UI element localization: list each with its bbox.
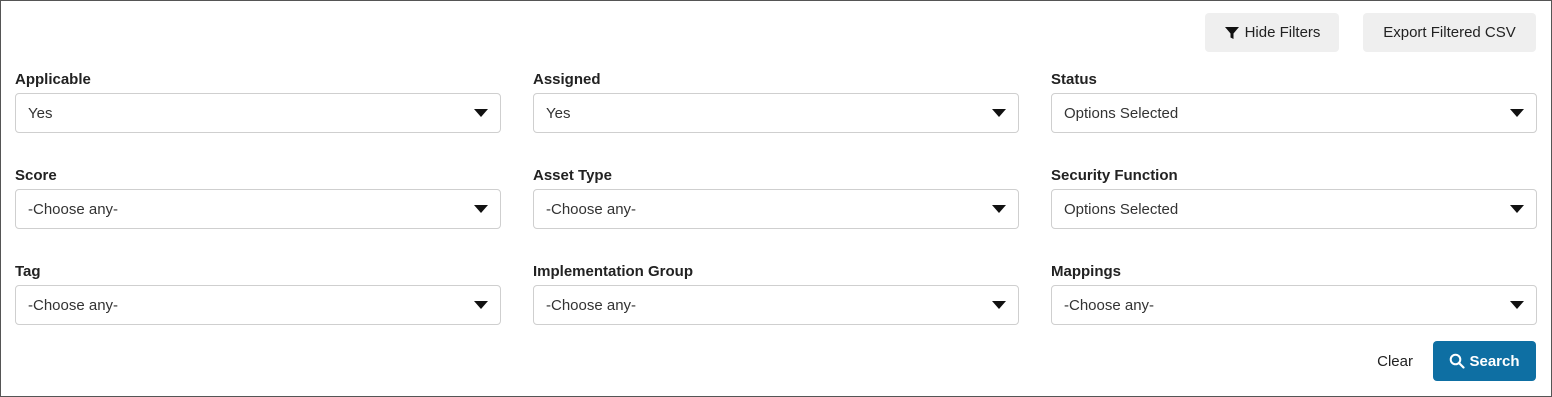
filter-actions: Clear Search: [1377, 341, 1536, 381]
filter-label: Asset Type: [533, 167, 612, 184]
caret-down-icon: [992, 205, 1006, 213]
select-value: Yes: [28, 104, 53, 122]
filter-panel: Hide Filters Export Filtered CSV Applica…: [0, 0, 1552, 397]
caret-down-icon: [992, 301, 1006, 309]
filters-grid: Applicable Yes Assigned Yes Status Optio…: [15, 71, 1537, 359]
security-function-select[interactable]: Options Selected: [1051, 189, 1537, 229]
filter-label: Security Function: [1051, 167, 1178, 184]
select-value: -Choose any-: [28, 200, 119, 218]
filter-assigned: Assigned Yes: [533, 71, 1019, 167]
select-value: Options Selected: [1064, 104, 1179, 122]
implementation-group-select[interactable]: -Choose any-: [533, 285, 1019, 325]
filter-label: Score: [15, 167, 57, 184]
filter-applicable: Applicable Yes: [15, 71, 501, 167]
export-label: Export Filtered CSV: [1383, 24, 1516, 41]
assigned-select[interactable]: Yes: [533, 93, 1019, 133]
clear-button[interactable]: Clear: [1377, 353, 1413, 370]
mappings-select[interactable]: -Choose any-: [1051, 285, 1537, 325]
status-select[interactable]: Options Selected: [1051, 93, 1537, 133]
select-value: -Choose any-: [546, 200, 637, 218]
filter-status: Status Options Selected: [1051, 71, 1537, 167]
hide-filters-button[interactable]: Hide Filters: [1205, 13, 1339, 52]
filter-score: Score -Choose any-: [15, 167, 501, 263]
select-value: -Choose any-: [1064, 296, 1155, 314]
select-value: Options Selected: [1064, 200, 1179, 218]
hide-filters-label: Hide Filters: [1244, 24, 1321, 41]
select-value: Yes: [546, 104, 571, 122]
filter-security-function: Security Function Options Selected: [1051, 167, 1537, 263]
export-filtered-csv-button[interactable]: Export Filtered CSV: [1363, 13, 1536, 52]
filter-implementation-group: Implementation Group -Choose any-: [533, 263, 1019, 359]
filter-label: Tag: [15, 263, 41, 280]
filter-label: Mappings: [1051, 263, 1121, 280]
caret-down-icon: [1510, 109, 1524, 117]
search-icon: [1449, 353, 1466, 369]
search-label: Search: [1469, 352, 1520, 370]
filter-label: Assigned: [533, 71, 601, 88]
filter-label: Status: [1051, 71, 1097, 88]
filter-label: Applicable: [15, 71, 91, 88]
tag-select[interactable]: -Choose any-: [15, 285, 501, 325]
asset-type-select[interactable]: -Choose any-: [533, 189, 1019, 229]
select-value: -Choose any-: [546, 296, 637, 314]
caret-down-icon: [1510, 205, 1524, 213]
applicable-select[interactable]: Yes: [15, 93, 501, 133]
caret-down-icon: [474, 109, 488, 117]
filter-icon: [1224, 25, 1240, 41]
select-value: -Choose any-: [28, 296, 119, 314]
caret-down-icon: [474, 205, 488, 213]
score-select[interactable]: -Choose any-: [15, 189, 501, 229]
filter-tag: Tag -Choose any-: [15, 263, 501, 359]
filter-label: Implementation Group: [533, 263, 694, 280]
caret-down-icon: [1510, 301, 1524, 309]
caret-down-icon: [474, 301, 488, 309]
search-button[interactable]: Search: [1433, 341, 1536, 381]
caret-down-icon: [992, 109, 1006, 117]
filter-toolbar: Hide Filters Export Filtered CSV: [1205, 13, 1536, 52]
filter-asset-type: Asset Type -Choose any-: [533, 167, 1019, 263]
